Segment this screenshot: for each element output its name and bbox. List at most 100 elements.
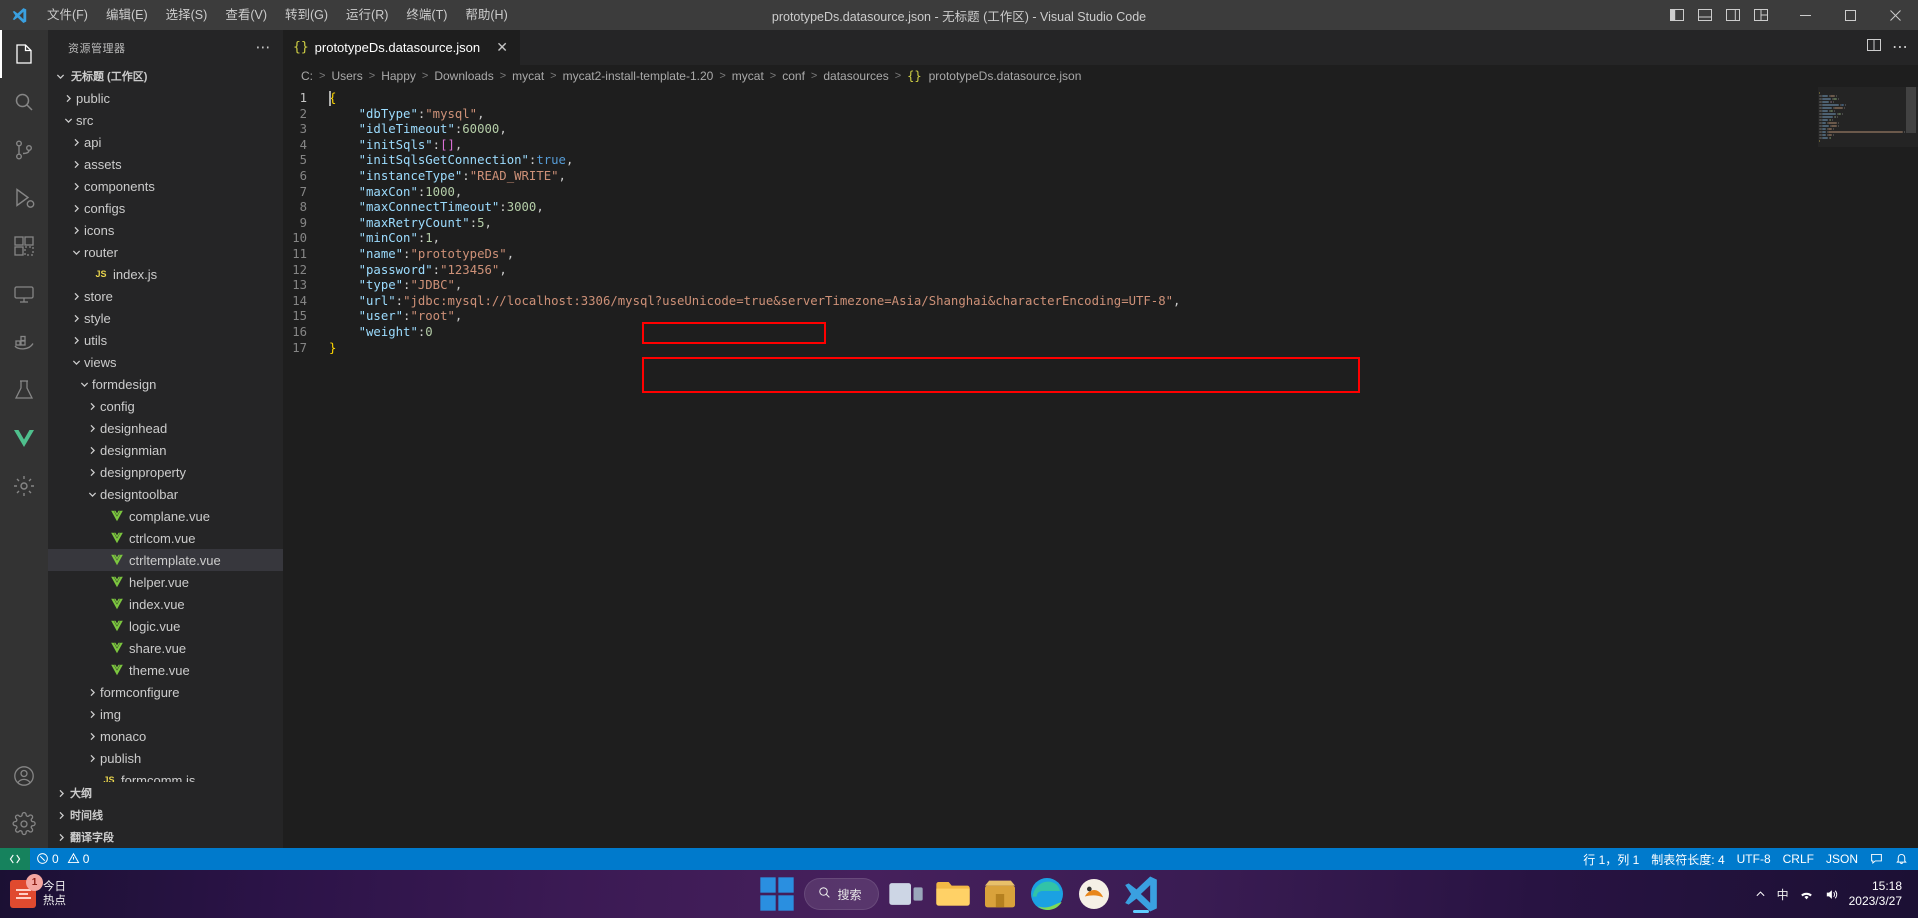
tree-folder-monaco[interactable]: monaco <box>48 725 283 747</box>
taskbar-search[interactable]: 搜索 <box>804 878 878 910</box>
tree-folder-icons[interactable]: icons <box>48 219 283 241</box>
tree-folder-style[interactable]: style <box>48 307 283 329</box>
code-content[interactable]: 1{2 "dbType":"mysql",3 "idleTimeout":600… <box>283 87 1818 848</box>
vscode-taskbar-icon[interactable] <box>1121 874 1161 914</box>
file-tree[interactable]: publicsrcapiassetscomponentsconfigsicons… <box>48 87 283 782</box>
editor-more-actions-icon[interactable]: ⋯ <box>1892 43 1908 53</box>
manage-settings-icon[interactable] <box>0 800 48 848</box>
tree-folder-publish[interactable]: publish <box>48 747 283 769</box>
breadcrumb-file[interactable]: prototypeDs.datasource.json <box>929 69 1082 83</box>
menu-file[interactable]: 文件(F) <box>38 0 97 30</box>
accounts-icon[interactable] <box>0 752 48 800</box>
extensions-icon[interactable] <box>0 222 48 270</box>
breadcrumb-item[interactable]: mycat <box>512 69 544 83</box>
tree-folder-designmian[interactable]: designmian <box>48 439 283 461</box>
code-line[interactable]: 13 "type":"JDBC", <box>283 278 1818 294</box>
app-orange-icon[interactable] <box>1074 874 1114 914</box>
file-explorer-icon[interactable] <box>933 874 973 914</box>
explorer-icon[interactable] <box>0 30 48 78</box>
tree-file-formcomm.js[interactable]: JSformcomm.js <box>48 769 283 782</box>
tree-folder-img[interactable]: img <box>48 703 283 725</box>
code-line[interactable]: 2 "dbType":"mysql", <box>283 107 1818 123</box>
window-minimize-button[interactable] <box>1783 0 1828 30</box>
code-line[interactable]: 16 "weight":0 <box>283 325 1818 341</box>
scrollbar-thumb[interactable] <box>1906 87 1916 133</box>
breadcrumb-item[interactable]: C: <box>301 69 313 83</box>
problems-indicator[interactable]: 0 0 <box>30 848 95 870</box>
tree-folder-store[interactable]: store <box>48 285 283 307</box>
toggle-panel-icon[interactable] <box>1691 0 1719 30</box>
code-line[interactable]: 12 "password":"123456", <box>283 263 1818 279</box>
docker-icon[interactable] <box>0 318 48 366</box>
tree-folder-formdesign[interactable]: formdesign <box>48 373 283 395</box>
tree-file-index.js[interactable]: JSindex.js <box>48 263 283 285</box>
cursor-position[interactable]: 行 1，列 1 <box>1577 848 1645 870</box>
minimap-slider[interactable] <box>1818 87 1918 147</box>
code-line[interactable]: 17} <box>283 341 1818 357</box>
tree-file-helper.vue[interactable]: helper.vue <box>48 571 283 593</box>
menu-selection[interactable]: 选择(S) <box>157 0 217 30</box>
menu-run[interactable]: 运行(R) <box>337 0 397 30</box>
tree-folder-api[interactable]: api <box>48 131 283 153</box>
window-maximize-button[interactable] <box>1828 0 1873 30</box>
menu-go[interactable]: 转到(G) <box>276 0 337 30</box>
tree-folder-designproperty[interactable]: designproperty <box>48 461 283 483</box>
tab-prototypeDs-datasource-json[interactable]: {} prototypeDs.datasource.json ✕ <box>283 30 521 65</box>
customize-layout-icon[interactable] <box>1747 0 1775 30</box>
tree-file-ctrltemplate.vue[interactable]: ctrltemplate.vue <box>48 549 283 571</box>
breadcrumb-item[interactable]: Downloads <box>434 69 493 83</box>
sidebar-more-actions-icon[interactable]: ⋯ <box>256 43 272 53</box>
section-translate-fields[interactable]: 翻译字段 <box>48 826 283 848</box>
tree-folder-designhead[interactable]: designhead <box>48 417 283 439</box>
language-mode[interactable]: JSON <box>1820 848 1864 870</box>
task-view-icon[interactable] <box>886 874 926 914</box>
code-line[interactable]: 1{ <box>283 91 1818 107</box>
code-line[interactable]: 7 "maxCon":1000, <box>283 185 1818 201</box>
code-line[interactable]: 11 "name":"prototypeDs", <box>283 247 1818 263</box>
breadcrumb-item[interactable]: Users <box>331 69 362 83</box>
code-line[interactable]: 15 "user":"root", <box>283 309 1818 325</box>
code-line[interactable]: 5 "initSqlsGetConnection":true, <box>283 153 1818 169</box>
encoding[interactable]: UTF-8 <box>1731 848 1777 870</box>
breadcrumb-item[interactable]: mycat2-install-template-1.20 <box>563 69 714 83</box>
tab-close-icon[interactable]: ✕ <box>494 39 510 56</box>
indent-size[interactable]: 制表符长度: 4 <box>1645 848 1730 870</box>
tree-folder-src[interactable]: src <box>48 109 283 131</box>
testing-icon[interactable] <box>0 366 48 414</box>
tree-folder-assets[interactable]: assets <box>48 153 283 175</box>
code-editor[interactable]: 1{2 "dbType":"mysql",3 "idleTimeout":600… <box>283 87 1918 848</box>
tree-file-index.vue[interactable]: index.vue <box>48 593 283 615</box>
microsoft-edge-icon[interactable] <box>1027 874 1067 914</box>
toggle-primary-sidebar-icon[interactable] <box>1663 0 1691 30</box>
code-line[interactable]: 14 "url":"jdbc:mysql://localhost:3306/my… <box>283 294 1818 310</box>
remote-explorer-icon[interactable] <box>0 270 48 318</box>
tree-folder-designtoolbar[interactable]: designtoolbar <box>48 483 283 505</box>
tree-file-theme.vue[interactable]: theme.vue <box>48 659 283 681</box>
feedback-icon[interactable] <box>1864 848 1889 870</box>
code-line[interactable]: 9 "maxRetryCount":5, <box>283 216 1818 232</box>
tree-folder-views[interactable]: views <box>48 351 283 373</box>
tree-folder-configs[interactable]: configs <box>48 197 283 219</box>
editor-scrollbar[interactable] <box>1904 87 1918 848</box>
tree-file-ctrlcom.vue[interactable]: ctrlcom.vue <box>48 527 283 549</box>
end-of-line[interactable]: CRLF <box>1777 848 1820 870</box>
tree-folder-router[interactable]: router <box>48 241 283 263</box>
run-and-debug-icon[interactable] <box>0 174 48 222</box>
toggle-secondary-sidebar-icon[interactable] <box>1719 0 1747 30</box>
workspace-section-header[interactable]: 无标题 (工作区) <box>48 65 283 87</box>
vue-tools-icon[interactable] <box>0 414 48 462</box>
start-button-icon[interactable] <box>757 874 797 914</box>
section-outline[interactable]: 大纲 <box>48 782 283 804</box>
tree-file-share.vue[interactable]: share.vue <box>48 637 283 659</box>
search-icon[interactable] <box>0 78 48 126</box>
tree-file-complane.vue[interactable]: complane.vue <box>48 505 283 527</box>
code-line[interactable]: 3 "idleTimeout":60000, <box>283 122 1818 138</box>
breadcrumb-item[interactable]: Happy <box>381 69 416 83</box>
window-close-button[interactable] <box>1873 0 1918 30</box>
menu-view[interactable]: 查看(V) <box>216 0 276 30</box>
breadcrumb[interactable]: C:>Users>Happy>Downloads>mycat>mycat2-in… <box>283 65 1918 87</box>
settings-sync-icon[interactable] <box>0 462 48 510</box>
breadcrumb-item[interactable]: datasources <box>823 69 888 83</box>
breadcrumb-item[interactable]: conf <box>782 69 805 83</box>
code-line[interactable]: 8 "maxConnectTimeout":3000, <box>283 200 1818 216</box>
